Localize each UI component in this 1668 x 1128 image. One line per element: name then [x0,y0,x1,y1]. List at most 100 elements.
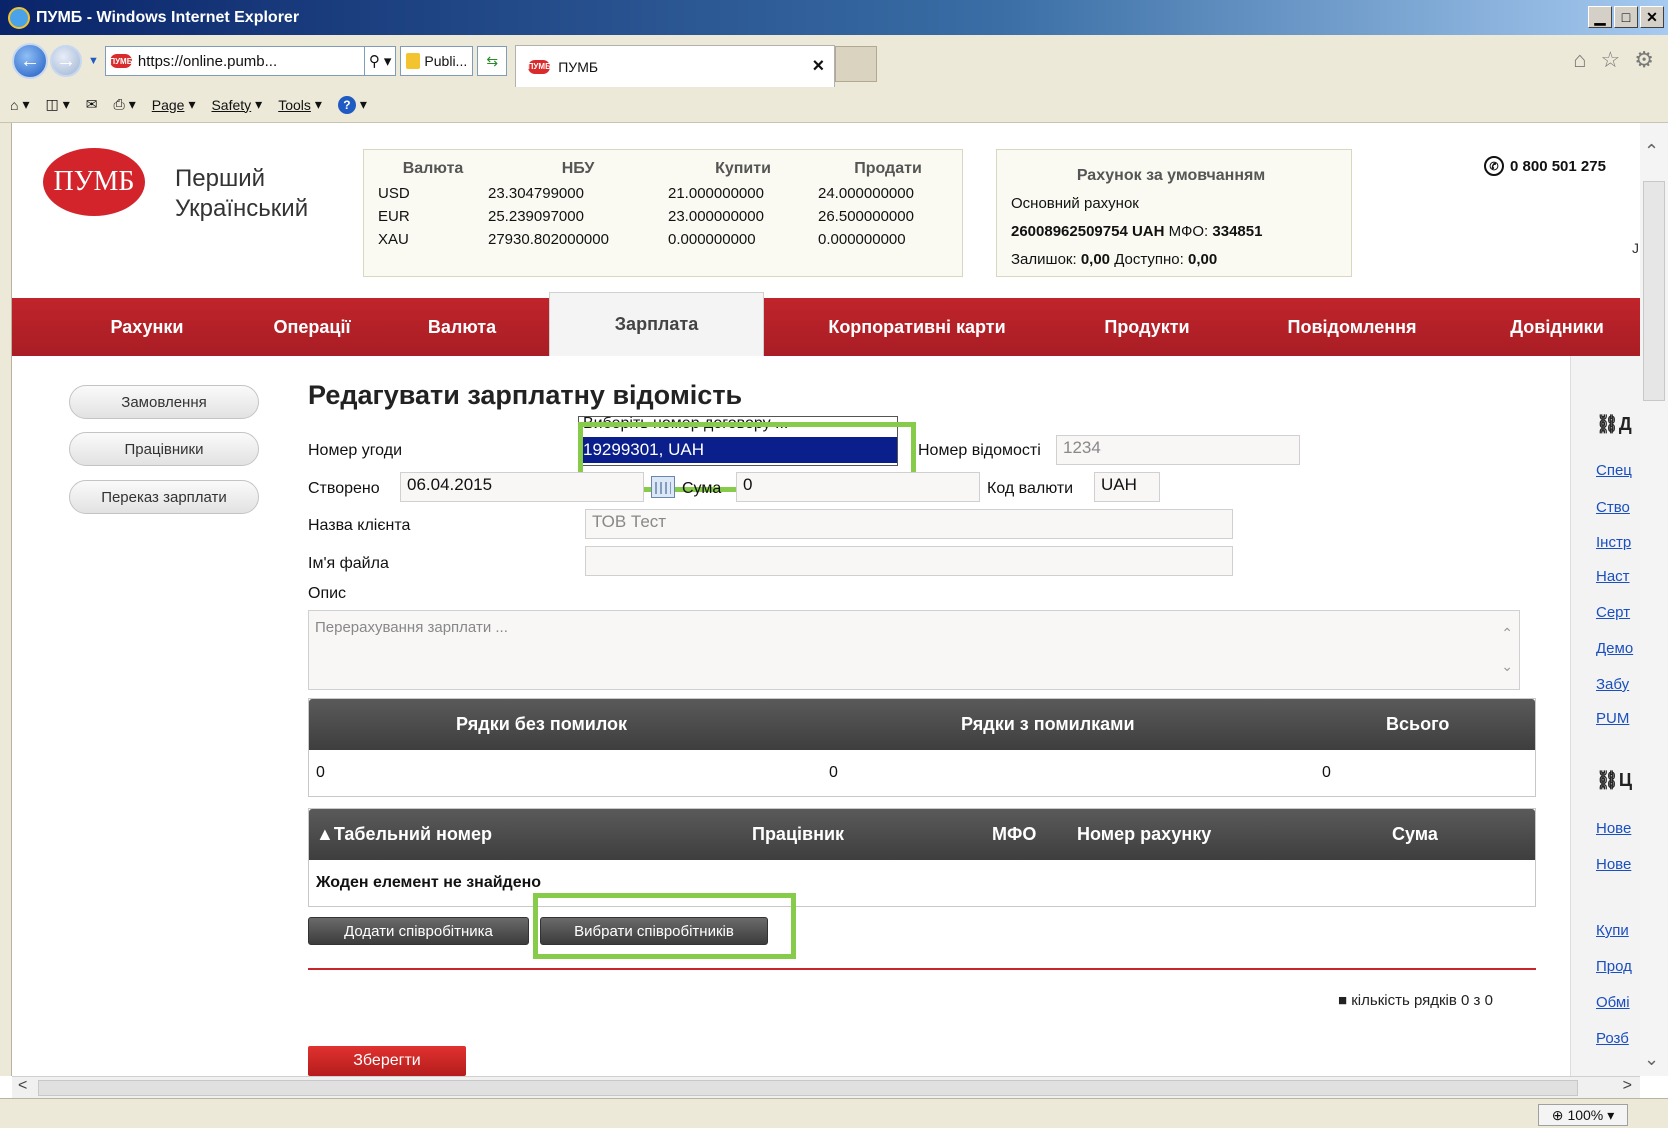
scroll-up-icon[interactable]: ⌃ [1644,141,1659,162]
rates-header-sell: Продати [854,160,922,177]
security-report[interactable]: Publi... [400,46,474,76]
default-account-balance: Залишок: 0,00 Доступно: 0,00 [1011,246,1351,274]
menu-item-salary[interactable]: Зарплата [549,292,764,356]
right-link[interactable]: Купи [1596,922,1636,939]
refresh-button[interactable]: ⇆ [477,46,508,76]
rss-icon: ◫ [45,96,59,112]
menu-item-accounts[interactable]: Рахунки [72,298,222,356]
rates-row: USD 23.304799000 21.000000000 24.0000000… [378,182,958,205]
new-tab-button[interactable] [835,46,878,82]
sidebar-orders-button[interactable]: Замовлення [69,385,259,419]
right-link[interactable]: Наст [1596,568,1636,585]
navigation-bar: ← → ▼ ПУМБ https://online.pumb... ⚲ ▾ Pu… [0,35,1668,87]
pumb-logo[interactable]: ПУМБ [43,148,145,216]
col-sum[interactable]: Сума [1392,824,1438,845]
right-link[interactable]: Нове [1596,820,1636,837]
statement-number-input[interactable]: 1234 [1056,435,1300,465]
sum-input[interactable]: 0 [736,472,980,502]
balance-label: Залишок: [1011,251,1077,268]
home-icon[interactable]: ⌂ [1573,47,1586,73]
scroll-right-icon[interactable]: > [1623,1077,1632,1095]
help-menu[interactable]: ? ▾ [337,95,367,114]
chevron-down-icon[interactable]: ⌄ [1501,658,1513,675]
right-link[interactable]: Забу [1596,676,1636,693]
col-total[interactable]: Всього [1386,714,1449,735]
currency-code-input[interactable]: UAH [1094,472,1160,502]
rates-header-nbu: НБУ [561,160,595,177]
scroll-left-icon[interactable]: < [18,1077,27,1095]
right-link[interactable]: Розб [1596,1030,1636,1047]
sidebar-employees-button[interactable]: Працівники [69,432,259,466]
calendar-icon[interactable] [651,476,675,498]
menu-item-messages[interactable]: Повідомлення [1252,298,1452,356]
textarea-scroll[interactable]: ⌃ ⌄ [1501,625,1513,675]
right-link[interactable]: Демо [1596,640,1636,657]
maximize-button[interactable]: □ [1614,6,1638,28]
vertical-scroll-thumb[interactable] [1643,181,1665,401]
col-rows-ok[interactable]: Рядки без помилок [456,714,627,735]
safety-menu[interactable]: Safety ▾ [211,96,262,113]
print-menu[interactable]: ⎙ ▾ [114,96,136,113]
right-link[interactable]: Інстр [1596,534,1636,551]
address-bar[interactable]: ПУМБ https://online.pumb... [104,46,365,76]
right-link[interactable]: Спец [1596,462,1636,479]
description-textarea[interactable]: Перерахування зарплати ... ⌃ ⌄ [308,610,1520,690]
scroll-down-icon[interactable]: ⌄ [1644,1049,1659,1070]
home-menu[interactable]: ⌂ ▾ [10,96,30,113]
tools-menu[interactable]: Tools ▾ [278,96,322,113]
favorites-star-icon[interactable]: ☆ [1601,47,1621,73]
default-account-box: Рахунок за умовчанням Основний рахунок 2… [996,149,1352,277]
summary-table: Рядки без помилок Рядки з помилками Всьо… [308,698,1536,797]
sidebar-salary-transfer-button[interactable]: Переказ зарплати [69,480,259,514]
address-tools: ⚲ ▾ [364,46,397,76]
client-name-input[interactable]: ТОВ Тест [585,509,1233,539]
menu-item-corporate-cards[interactable]: Корпоративні карти [787,298,1047,356]
menu-item-products[interactable]: Продукти [1072,298,1222,356]
forward-button[interactable]: → [50,45,82,77]
col-rows-errors[interactable]: Рядки з помилками [961,714,1135,735]
col-employee[interactable]: Працівник [752,824,844,845]
horizontal-scroll-thumb[interactable] [38,1080,1578,1096]
horizontal-scrollbar[interactable]: < > [12,1076,1640,1098]
zoom-dropdown-icon[interactable]: ▾ [1607,1107,1614,1124]
feeds-menu[interactable]: ◫ ▾ [46,96,70,113]
created-label: Створено [308,480,380,497]
add-employee-button[interactable]: Додати співробітника [308,917,529,945]
col-account-number[interactable]: Номер рахунку [1077,824,1211,845]
right-link[interactable]: Серт [1596,604,1636,621]
settings-gear-icon[interactable]: ⚙ [1634,47,1654,73]
vertical-scrollbar[interactable]: ⌃ ⌄ [1640,123,1668,1076]
right-link[interactable]: Обмі [1596,994,1636,1011]
menu-item-operations[interactable]: Операції [247,298,377,356]
history-dropdown-icon[interactable]: ▼ [88,55,99,67]
mail-menu[interactable]: ✉ [86,96,98,113]
browser-tab[interactable]: ПУМБ ПУМБ × [515,45,836,87]
created-date-input[interactable]: 06.04.2015 [400,472,644,502]
minimize-button[interactable]: ▁ [1588,6,1612,28]
col-mfo[interactable]: МФО [992,824,1036,845]
search-icon[interactable]: ⚲ [369,52,380,70]
tab-title: ПУМБ [558,58,599,75]
right-link[interactable]: Прод [1596,958,1636,975]
page-menu[interactable]: Page ▾ [152,96,196,113]
exchange-rates-table: Валюта НБУ Купити Продати USD 23.3047990… [378,158,958,251]
address-url: https://online.pumb... [137,52,278,70]
right-link[interactable]: Ство [1596,499,1636,516]
close-tab-icon[interactable]: × [813,55,825,78]
right-link[interactable]: Нове [1596,856,1636,873]
zoom-control[interactable]: ⊕ 100% ▾ [1538,1104,1628,1126]
menu-item-references[interactable]: Довідники [1487,298,1627,356]
description-placeholder: Перерахування зарплати ... [315,619,508,636]
save-button[interactable]: Зберегти [308,1046,466,1076]
back-button[interactable]: ← [12,43,48,79]
close-window-button[interactable]: ✕ [1640,6,1664,28]
rates-cell: EUR [378,208,410,225]
file-name-input[interactable] [585,546,1233,576]
address-dropdown-icon[interactable]: ▾ [384,52,392,70]
col-tab-number[interactable]: ▲Табельний номер [316,824,492,845]
right-link[interactable]: PUM [1596,710,1636,727]
window-titlebar: ПУМБ - Windows Internet Explorer ▁ □ ✕ [0,0,1668,35]
chevron-up-icon[interactable]: ⌃ [1501,625,1513,642]
default-account-details: 26008962509754 UAH МФО: 334851 [1011,218,1351,246]
menu-item-currency[interactable]: Валюта [402,298,522,356]
